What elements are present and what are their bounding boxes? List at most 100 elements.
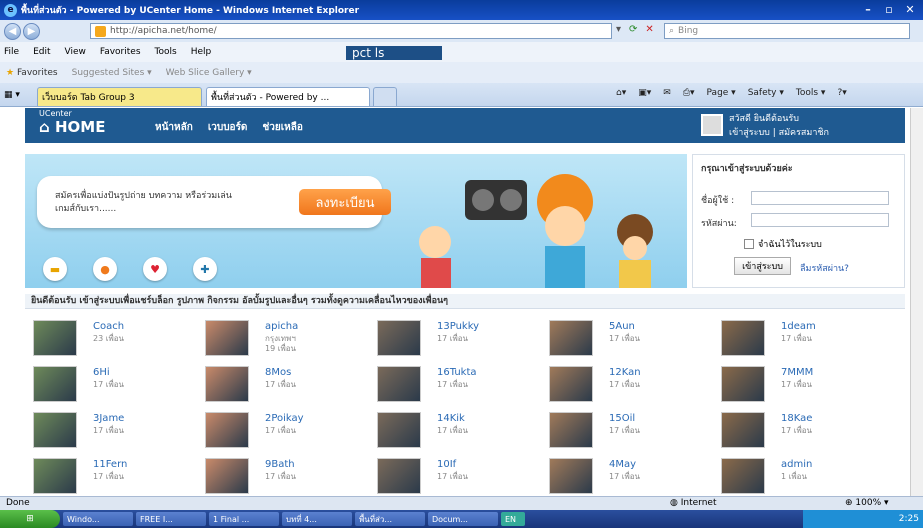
register-button[interactable]: ลงทะเบียน — [299, 189, 391, 215]
menu-favorites[interactable]: Favorites — [100, 47, 141, 57]
member-photo[interactable] — [721, 320, 765, 356]
member-card[interactable]: 7MMM 17 เพื่อน — [721, 366, 891, 412]
menu-edit[interactable]: Edit — [33, 47, 50, 57]
member-name[interactable]: 2Poikay — [265, 413, 304, 424]
taskbar-item[interactable]: Windo... — [63, 512, 133, 526]
heart-icon[interactable]: ♥ — [143, 257, 167, 281]
member-name[interactable]: admin — [781, 459, 812, 470]
member-name[interactable]: 16Tukta — [437, 367, 477, 378]
member-name[interactable]: 6Hi — [93, 367, 110, 378]
menu-tools[interactable]: Tools — [155, 47, 177, 57]
password-input[interactable] — [751, 213, 889, 227]
nav-webboard[interactable]: เวบบอร์ด — [208, 120, 248, 135]
taskbar-item[interactable]: พื้นที่ส่ว... — [355, 512, 425, 526]
toolbar-brand[interactable]: pct ls — [346, 46, 442, 60]
member-card[interactable]: 3Jame 17 เพื่อน — [33, 412, 203, 458]
member-photo[interactable] — [33, 320, 77, 356]
taskbar-item[interactable]: Docum... — [428, 512, 498, 526]
feeds-icon[interactable]: ▣▾ — [638, 88, 651, 98]
forgot-password-link[interactable]: ลืมรหัสผ่าน? — [800, 261, 849, 275]
member-name[interactable]: 8Mos — [265, 367, 291, 378]
member-name[interactable]: apicha — [265, 321, 298, 332]
member-card[interactable]: 6Hi 17 เพื่อน — [33, 366, 203, 412]
member-card[interactable]: 14Kik 17 เพื่อน — [377, 412, 547, 458]
member-photo[interactable] — [549, 458, 593, 494]
cmd-safety[interactable]: Safety ▾ — [748, 88, 784, 98]
member-card[interactable]: 13Pukky 17 เพื่อน — [377, 320, 547, 366]
member-photo[interactable] — [549, 412, 593, 448]
message-icon[interactable]: ▬ — [43, 257, 67, 281]
close-icon[interactable]: ✕ — [901, 2, 919, 17]
member-card[interactable]: 5Aun 17 เพื่อน — [549, 320, 719, 366]
tab-group[interactable]: เว็บบอร์ด Tab Group 3 — [37, 87, 202, 106]
member-card[interactable]: admin 1 เพื่อน — [721, 458, 891, 496]
vertical-scrollbar[interactable] — [910, 108, 923, 496]
member-photo[interactable] — [33, 458, 77, 494]
cmd-tools[interactable]: Tools ▾ — [796, 88, 826, 98]
checkbox-box[interactable] — [744, 239, 754, 249]
member-card[interactable]: 8Mos 17 เพื่อน — [205, 366, 375, 412]
favorites-button[interactable]: ★ Favorites — [6, 68, 58, 78]
tab-active[interactable]: พื้นที่ส่วนตัว - Powered by ... — [206, 87, 370, 106]
member-photo[interactable] — [205, 366, 249, 402]
login-button[interactable]: เข้าสู่ระบบ — [734, 257, 791, 275]
member-card[interactable]: apicha กรุงเทพฯ 19 เพื่อน — [205, 320, 375, 366]
nav-help[interactable]: ช่วยเหลือ — [262, 120, 302, 135]
member-photo[interactable] — [377, 412, 421, 448]
refresh-icon[interactable]: ⟳ — [629, 24, 637, 35]
member-card[interactable]: 9Bath 17 เพื่อน — [205, 458, 375, 496]
nav-home[interactable]: หน้าหลัก — [155, 120, 193, 135]
member-name[interactable]: 10If — [437, 459, 456, 470]
member-card[interactable]: 12Kan 17 เพื่อน — [549, 366, 719, 412]
menu-view[interactable]: View — [65, 47, 86, 57]
member-name[interactable]: 5Aun — [609, 321, 635, 332]
member-name[interactable]: Coach — [93, 321, 124, 332]
mail-icon[interactable]: ✉ — [663, 88, 671, 98]
security-zone[interactable]: ◍ Internet — [670, 498, 716, 508]
dropdown-icon[interactable]: ▾ — [616, 24, 621, 35]
member-name[interactable]: 3Jame — [93, 413, 124, 424]
cmd-page[interactable]: Page ▾ — [707, 88, 736, 98]
member-name[interactable]: 7MMM — [781, 367, 813, 378]
member-card[interactable]: 15Oil 17 เพื่อน — [549, 412, 719, 458]
member-name[interactable]: 4May — [609, 459, 636, 470]
member-photo[interactable] — [33, 412, 77, 448]
member-photo[interactable] — [721, 366, 765, 402]
member-photo[interactable] — [549, 320, 593, 356]
back-icon[interactable]: ◀ — [4, 22, 21, 40]
menu-help[interactable]: Help — [191, 47, 212, 57]
member-card[interactable]: 18Kae 17 เพื่อน — [721, 412, 891, 458]
forward-icon[interactable]: ▶ — [23, 22, 40, 40]
user-links[interactable]: เข้าสู่ระบบ | สมัครสมาชิก — [729, 125, 829, 139]
member-photo[interactable] — [205, 320, 249, 356]
member-card[interactable]: 4May 17 เพื่อน — [549, 458, 719, 496]
member-name[interactable]: 14Kik — [437, 413, 465, 424]
member-photo[interactable] — [33, 366, 77, 402]
taskbar-item[interactable]: FREE I... — [136, 512, 206, 526]
member-photo[interactable] — [377, 458, 421, 494]
member-photo[interactable] — [205, 412, 249, 448]
taskbar-item[interactable]: 1 Final ... — [209, 512, 279, 526]
member-card[interactable]: 16Tukta 17 เพื่อน — [377, 366, 547, 412]
new-tab-button[interactable] — [373, 87, 397, 106]
member-photo[interactable] — [377, 320, 421, 356]
menu-file[interactable]: File — [4, 47, 19, 57]
site-logo[interactable]: UCenter ⌂ HOME — [39, 110, 105, 137]
language-indicator[interactable]: EN — [501, 512, 525, 526]
zoom-level[interactable]: ⊕ 100% ▾ — [845, 498, 889, 508]
home-icon[interactable]: ⌂▾ — [616, 88, 626, 98]
member-name[interactable]: 9Bath — [265, 459, 295, 470]
search-input[interactable]: ⌕ Bing — [664, 23, 910, 39]
member-photo[interactable] — [721, 412, 765, 448]
print-icon[interactable]: ⎙▾ — [683, 88, 695, 98]
member-name[interactable]: 1deam — [781, 321, 816, 332]
member-photo[interactable] — [377, 366, 421, 402]
member-photo[interactable] — [549, 366, 593, 402]
minimize-icon[interactable]: – — [859, 2, 877, 17]
remember-checkbox[interactable]: จำฉันไว้ในระบบ — [744, 237, 822, 251]
taskbar-item[interactable]: บทที่ 4... — [282, 512, 352, 526]
web-slice-gallery[interactable]: Web Slice Gallery ▾ — [166, 68, 252, 78]
member-card[interactable]: 1deam 17 เพื่อน — [721, 320, 891, 366]
member-name[interactable]: 12Kan — [609, 367, 641, 378]
username-input[interactable] — [751, 191, 889, 205]
